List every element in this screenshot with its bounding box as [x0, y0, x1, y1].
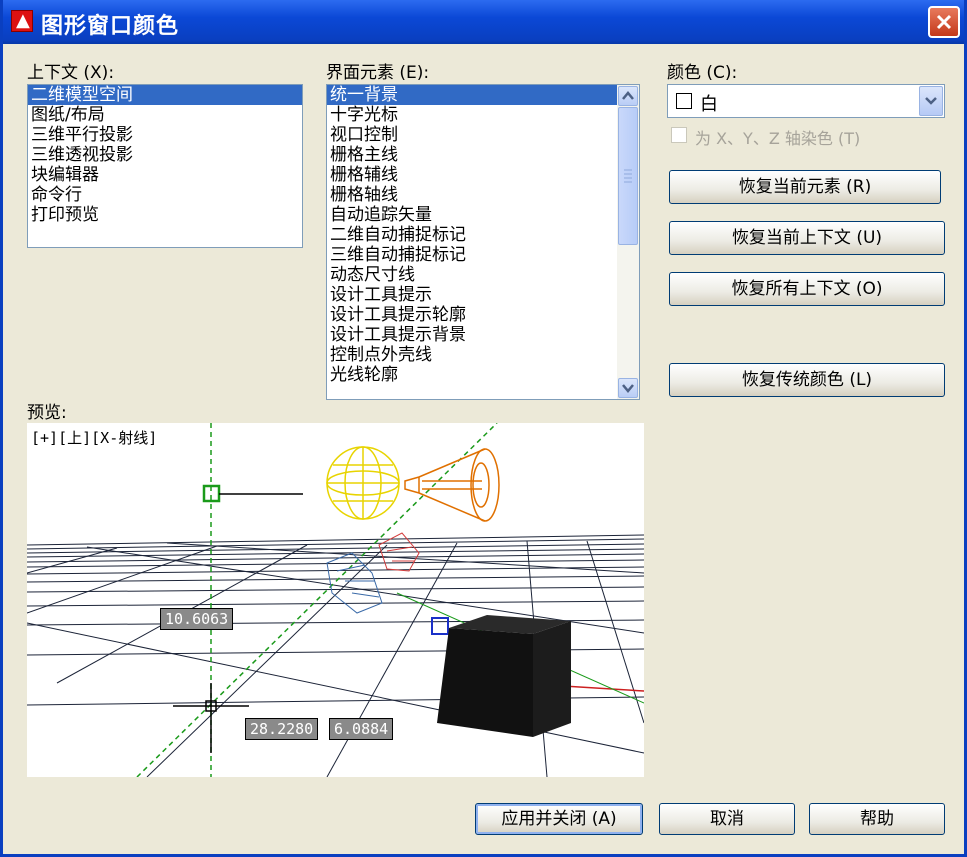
interface-list-item[interactable]: 视口控制	[327, 125, 639, 145]
crosshair	[173, 683, 249, 753]
interface-list-item[interactable]: 统一背景	[327, 85, 639, 105]
context-list-item[interactable]: 块编辑器	[28, 165, 302, 185]
window-title: 图形窗口颜色	[41, 14, 180, 39]
dimension-input-2: 28.2280	[245, 718, 319, 740]
close-button[interactable]	[928, 6, 960, 38]
interface-list-item[interactable]: 控制点外壳线	[327, 345, 639, 365]
grip-marker	[431, 617, 449, 635]
restore-context-button[interactable]: 恢复当前上下文 (U)	[669, 221, 945, 255]
interface-scrollbar[interactable]	[617, 85, 639, 399]
interface-list-item[interactable]: 栅格辅线	[327, 165, 639, 185]
title-bar[interactable]: ▲ 图形窗口颜色	[3, 0, 964, 44]
color-value: 白	[700, 94, 718, 115]
interface-list-item[interactable]: 三维自动捕捉标记	[327, 245, 639, 265]
interface-list-item[interactable]: 自动追踪矢量	[327, 205, 639, 225]
restore-element-button[interactable]: 恢复当前元素 (R)	[669, 170, 941, 204]
interface-list-item[interactable]: 设计工具提示	[327, 285, 639, 305]
light-sphere	[326, 446, 400, 520]
chevron-down-icon	[925, 97, 937, 105]
chevron-up-icon	[622, 91, 634, 100]
preview-label: 预览:	[27, 403, 67, 423]
grip-icon	[624, 169, 632, 183]
context-list-item[interactable]: 命令行	[28, 185, 302, 205]
restore-classic-button[interactable]: 恢复传统颜色 (L)	[669, 363, 945, 397]
context-list-item[interactable]: 二维模型空间	[28, 85, 302, 105]
interface-list-item[interactable]: 二维自动捕捉标记	[327, 225, 639, 245]
interface-list-item[interactable]: 十字光标	[327, 105, 639, 125]
dimension-input-1: 10.6063	[160, 608, 234, 630]
interface-list-item[interactable]: 光线轮廓	[327, 365, 639, 385]
scroll-up-button[interactable]	[618, 86, 638, 106]
tint-axes-label: 为 X、Y、Z 轴染色 (T)	[695, 129, 861, 148]
apply-close-button[interactable]: 应用并关闭 (A)	[475, 803, 643, 835]
interface-list-item[interactable]: 设计工具提示背景	[327, 325, 639, 345]
chevron-down-icon	[622, 384, 634, 393]
interface-list-item[interactable]: 动态尺寸线	[327, 265, 639, 285]
scroll-thumb[interactable]	[618, 107, 638, 245]
interface-list-item[interactable]: 栅格主线	[327, 145, 639, 165]
interface-list-item[interactable]: 栅格轴线	[327, 185, 639, 205]
black-cube	[437, 615, 571, 737]
interface-element-label: 界面元素 (E):	[326, 63, 430, 83]
cancel-button[interactable]: 取消	[659, 803, 795, 835]
autocad-logo-icon: ▲	[11, 10, 33, 32]
context-list-item[interactable]: 打印预览	[28, 205, 302, 225]
dimension-input-3: 6.0884	[329, 718, 394, 740]
color-swatch	[676, 93, 692, 109]
interface-list-item[interactable]: 设计工具提示轮廓	[327, 305, 639, 325]
context-label: 上下文 (X):	[27, 63, 115, 83]
scroll-down-button[interactable]	[618, 378, 638, 398]
viewport-controls-label[interactable]: [+][上][X-射线]	[31, 427, 157, 448]
color-select[interactable]: 白	[667, 84, 945, 118]
dialog-window: ▲ 图形窗口颜色 上下文 (X): 二维模型空间 图纸/布局 三维平行投影 三维透视投…	[0, 0, 967, 857]
context-list-item[interactable]: 图纸/布局	[28, 105, 302, 125]
context-list-item[interactable]: 三维平行投影	[28, 125, 302, 145]
help-button[interactable]: 帮助	[809, 803, 945, 835]
interface-element-listbox[interactable]: 统一背景 十字光标 视口控制 栅格主线 栅格辅线 栅格轴线 自动追踪矢量 二维自动捕捉标记 三维…	[326, 84, 640, 400]
color-label: 颜色 (C):	[667, 63, 738, 83]
preview-viewport: [+][上][X-射线] 10.6063 28.2280 6.0884	[27, 423, 644, 777]
spotlight	[404, 448, 500, 522]
tint-axes-checkbox[interactable]	[671, 127, 687, 143]
close-icon	[936, 14, 952, 30]
context-list-item[interactable]: 三维透视投影	[28, 145, 302, 165]
context-listbox[interactable]: 二维模型空间 图纸/布局 三维平行投影 三维透视投影 块编辑器 命令行 打印预览	[27, 84, 303, 248]
dropdown-button[interactable]	[919, 86, 943, 116]
restore-all-button[interactable]: 恢复所有上下文 (O)	[669, 272, 945, 306]
